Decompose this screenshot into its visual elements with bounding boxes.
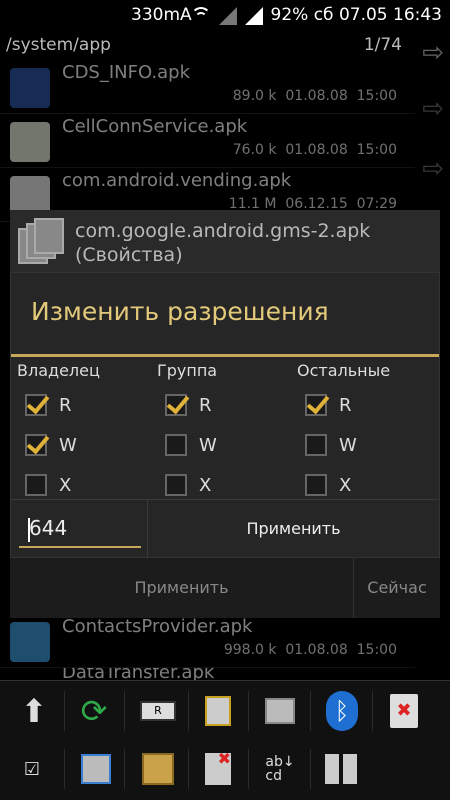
rename-icon[interactable]: R (136, 689, 180, 733)
send-icon[interactable] (74, 747, 118, 791)
select-icon[interactable]: ☑ (10, 747, 54, 791)
checkbox-checked-icon[interactable] (25, 394, 47, 416)
group-column: Группа R W X (157, 361, 297, 505)
signal-icon-2 (245, 7, 263, 25)
signal-icon (219, 7, 237, 25)
properties-apply-button[interactable]: Применить (10, 558, 353, 618)
group-read-checkbox[interactable]: R (165, 385, 297, 425)
checkbox-unchecked-icon[interactable] (165, 474, 187, 496)
column-header: Остальные (297, 361, 391, 380)
text-cursor (28, 518, 30, 542)
battery-level: 92% (270, 5, 309, 25)
checkbox-unchecked-icon[interactable] (25, 474, 47, 496)
wifi-icon (191, 7, 211, 25)
column-header: Группа (157, 361, 218, 380)
properties-footer: Применить Сейчас (10, 558, 440, 618)
checkbox-checked-icon[interactable] (165, 394, 187, 416)
mode-input[interactable]: 644 (19, 510, 141, 548)
dialog-bottom-bar: 644 Применить (11, 499, 439, 558)
status-icons (191, 7, 263, 25)
status-datetime: сб 07.05 16:43 (313, 5, 442, 25)
copy-icon[interactable] (196, 689, 240, 733)
checkbox-checked-icon[interactable] (25, 434, 47, 456)
bottom-toolbar: ⬆ ⟳ R ᛒ ✖ ☑ ✖ ab↓ cd (0, 680, 450, 800)
sort-icon[interactable]: ab↓ cd (258, 747, 302, 791)
checkbox-unchecked-icon[interactable] (305, 434, 327, 456)
status-bar: 330mA 92% сб 07.05 16:43 (0, 0, 450, 32)
current-path: /system/app (6, 35, 111, 55)
owner-write-checkbox[interactable]: W (25, 425, 157, 465)
grid-icon[interactable] (320, 747, 364, 791)
column-header: Владелец (17, 361, 100, 380)
status-speed: 330mA (131, 5, 192, 25)
permissions-dialog: Изменить разрешения Владелец R W X Групп… (10, 272, 440, 558)
owner-column: Владелец R W X (17, 361, 157, 505)
path-bar: /system/app 1/74 (0, 32, 450, 60)
refresh-icon[interactable]: ⟳ (72, 689, 116, 733)
mode-value: 644 (29, 516, 68, 540)
others-column: Остальные R W X (297, 361, 437, 505)
owner-read-checkbox[interactable]: R (25, 385, 157, 425)
archive-icon[interactable] (136, 747, 180, 791)
title-divider (11, 354, 439, 357)
others-read-checkbox[interactable]: R (305, 385, 437, 425)
apply-button[interactable]: Применить (148, 500, 439, 558)
checkbox-unchecked-icon[interactable] (305, 474, 327, 496)
others-write-checkbox[interactable]: W (305, 425, 437, 465)
checkbox-unchecked-icon[interactable] (165, 434, 187, 456)
up-icon[interactable]: ⬆ (12, 689, 56, 733)
file-stack-icon (18, 218, 64, 268)
dialog-title: Изменить разрешения (31, 297, 329, 326)
move-icon[interactable] (258, 689, 302, 733)
delete-selected-icon[interactable]: ✖ (196, 747, 240, 791)
bluetooth-icon[interactable]: ᛒ (320, 689, 364, 733)
properties-title: com.google.android.gms-2.apk (75, 220, 371, 242)
delete-icon[interactable]: ✖ (382, 689, 426, 733)
properties-subtitle: (Свойства) (75, 243, 183, 266)
page-counter: 1/74 (363, 35, 402, 55)
checkbox-checked-icon[interactable] (305, 394, 327, 416)
group-write-checkbox[interactable]: W (165, 425, 297, 465)
now-button[interactable]: Сейчас (353, 558, 440, 618)
